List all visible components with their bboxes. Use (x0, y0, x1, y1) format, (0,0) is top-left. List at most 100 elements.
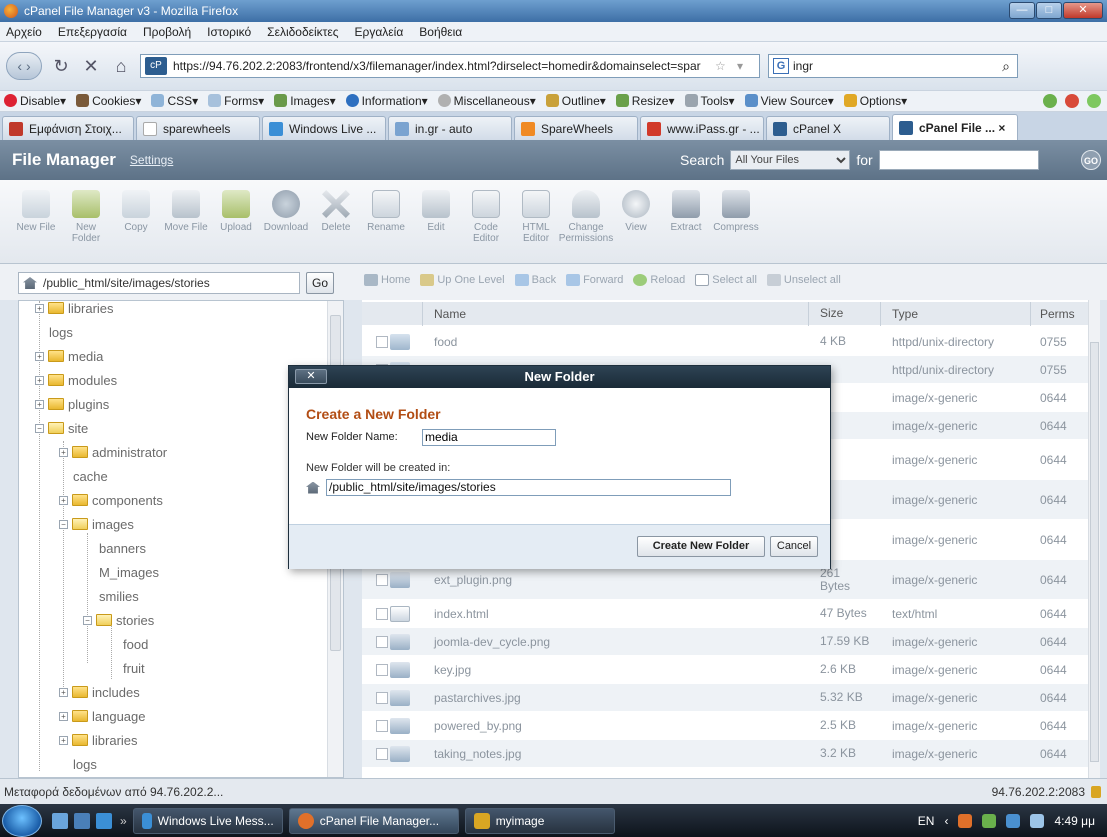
tool-upload[interactable]: Upload (212, 180, 260, 263)
menu-file[interactable]: Αρχείο (4, 24, 44, 40)
fm-search-go-button[interactable]: GO (1081, 150, 1101, 170)
cell-name[interactable]: powered_by.png (434, 719, 522, 733)
padlock-icon[interactable] (1091, 785, 1101, 798)
table-row[interactable]: food 4 KB httpd/unix-directory 0755 (362, 328, 1088, 356)
row-checkbox[interactable] (376, 663, 388, 676)
search-magnifier-icon[interactable]: ⌕ (995, 58, 1017, 75)
cell-perms[interactable]: 0644 (1040, 691, 1067, 705)
cell-perms[interactable]: 0644 (1040, 453, 1067, 467)
nav-reload[interactable]: Reload (633, 274, 685, 286)
cell-perms[interactable]: 0644 (1040, 663, 1067, 677)
cell-name[interactable]: index.html (434, 607, 489, 621)
tool-new-file[interactable]: New File (12, 180, 60, 263)
messenger-icon[interactable] (96, 812, 112, 829)
tab-6[interactable]: cPanel X (766, 116, 890, 140)
fm-search-input[interactable] (878, 150, 1039, 170)
expand-icon[interactable]: + (35, 399, 44, 409)
nav-select-all[interactable]: Select all (695, 274, 757, 286)
tree-item[interactable]: − images (59, 513, 134, 535)
cell-name[interactable]: food (434, 335, 457, 349)
nav-forward[interactable]: Forward (566, 274, 623, 286)
collapse-icon[interactable]: − (35, 423, 44, 433)
nav-back[interactable]: Back (514, 274, 556, 286)
collapse-icon[interactable]: − (83, 615, 92, 625)
tool-copy[interactable]: Copy (112, 180, 160, 263)
cell-perms[interactable]: 0644 (1040, 635, 1067, 649)
check-icon[interactable] (1043, 94, 1057, 108)
menu-bookmarks[interactable]: Σελιδοδείκτες (265, 24, 340, 40)
language-indicator[interactable]: EN (918, 814, 935, 828)
row-checkbox[interactable] (376, 719, 388, 732)
dev-options[interactable]: Options▾ (843, 94, 907, 108)
tree-item[interactable]: + language (59, 705, 146, 727)
cell-perms[interactable]: 0644 (1040, 607, 1067, 621)
expand-icon[interactable]: + (35, 303, 44, 313)
start-button[interactable] (2, 804, 42, 837)
taskbar-button-firefox[interactable]: cPanel File Manager... (288, 807, 459, 834)
dropdown-arrow-icon[interactable]: ▾ (737, 59, 759, 73)
valid-icon[interactable] (1087, 94, 1101, 108)
col-perms-header[interactable]: Perms (1040, 307, 1075, 321)
created-in-input[interactable]: /public_html/site/images/stories (326, 479, 731, 496)
menu-view[interactable]: Προβολή (141, 24, 193, 40)
tab-0[interactable]: Εμφάνιση Στοιχ... (2, 116, 134, 140)
dev-disable[interactable]: Disable▾ (4, 94, 66, 108)
table-row[interactable]: key.jpg 2.6 KB image/x-generic 0644 (362, 656, 1088, 684)
file-list-scrollbar[interactable] (1088, 300, 1100, 778)
tree-item[interactable]: + components (59, 489, 163, 511)
messenger-tray-icon[interactable] (982, 813, 997, 828)
home-icon[interactable]: ⌂ (110, 55, 132, 77)
dialog-close-button[interactable]: ✕ (295, 369, 327, 384)
close-window-button[interactable]: ✕ (1063, 2, 1103, 19)
tool-change-permissions[interactable]: Change Permissions (559, 180, 613, 263)
tool-html-editor[interactable]: HTML Editor (512, 180, 560, 263)
tree-item[interactable]: − stories (83, 609, 154, 631)
tree-item[interactable]: + libraries (35, 301, 114, 319)
tree-item[interactable]: food (123, 633, 148, 655)
row-checkbox[interactable] (376, 747, 388, 760)
cancel-button[interactable]: Cancel (770, 536, 818, 557)
tree-item[interactable]: logs (49, 321, 73, 343)
path-value[interactable]: /public_html/site/images/stories (43, 276, 210, 290)
expand-icon[interactable]: + (59, 447, 68, 457)
cell-perms[interactable]: 0644 (1040, 719, 1067, 733)
expand-icon[interactable]: + (35, 351, 44, 361)
tool-move-file[interactable]: Move File (162, 180, 210, 263)
cell-name[interactable]: key.jpg (434, 663, 471, 677)
row-checkbox[interactable] (376, 573, 388, 586)
bookmark-star-icon[interactable]: ☆ (715, 59, 737, 73)
tree-item[interactable]: cache (73, 465, 108, 487)
row-checkbox[interactable] (376, 607, 388, 620)
cell-perms[interactable]: 0755 (1040, 363, 1067, 377)
tab-3[interactable]: in.gr - auto (388, 116, 512, 140)
dev-resize[interactable]: Resize▾ (615, 94, 675, 108)
expand-icon[interactable]: + (59, 711, 68, 721)
row-checkbox[interactable] (376, 335, 388, 348)
tree-item[interactable]: + modules (35, 369, 117, 391)
tool-edit[interactable]: Edit (412, 180, 460, 263)
table-row[interactable]: powered_by.png 2.5 KB image/x-generic 0644 (362, 712, 1088, 740)
nav-unselect-all[interactable]: Unselect all (766, 274, 841, 286)
tree-item[interactable]: + media (35, 345, 103, 367)
error-icon[interactable] (1065, 94, 1079, 108)
tree-item[interactable]: + libraries (59, 729, 138, 751)
quick-launch-overflow-icon[interactable]: » (120, 814, 127, 828)
table-row[interactable]: joomla-dev_cycle.png 17.59 KB image/x-gene… (362, 628, 1088, 656)
tool-code-editor[interactable]: Code Editor (462, 180, 510, 263)
network-icon[interactable] (1006, 813, 1021, 828)
dev-misc[interactable]: Miscellaneous▾ (437, 94, 536, 108)
search-value[interactable]: ingr (793, 59, 813, 73)
expand-icon[interactable]: + (59, 495, 68, 505)
tab-1[interactable]: sparewheels (136, 116, 260, 140)
tree-item[interactable]: logs (73, 753, 97, 775)
dev-cookies[interactable]: Cookies▾ (76, 94, 141, 108)
scrollbar-thumb[interactable] (1090, 342, 1099, 762)
cell-name[interactable]: joomla-dev_cycle.png (434, 635, 550, 649)
volume-icon[interactable] (1030, 813, 1045, 828)
table-row[interactable]: index.html 47 Bytes text/html 0644 (362, 600, 1088, 628)
address-text[interactable]: https://94.76.202.2:2083/frontend/x3/fil… (173, 59, 715, 73)
show-desktop-icon[interactable] (52, 812, 68, 829)
fm-search-scope[interactable]: All Your Files (730, 150, 851, 170)
expand-icon[interactable]: + (59, 735, 68, 745)
col-name-header[interactable]: Name (434, 307, 466, 321)
